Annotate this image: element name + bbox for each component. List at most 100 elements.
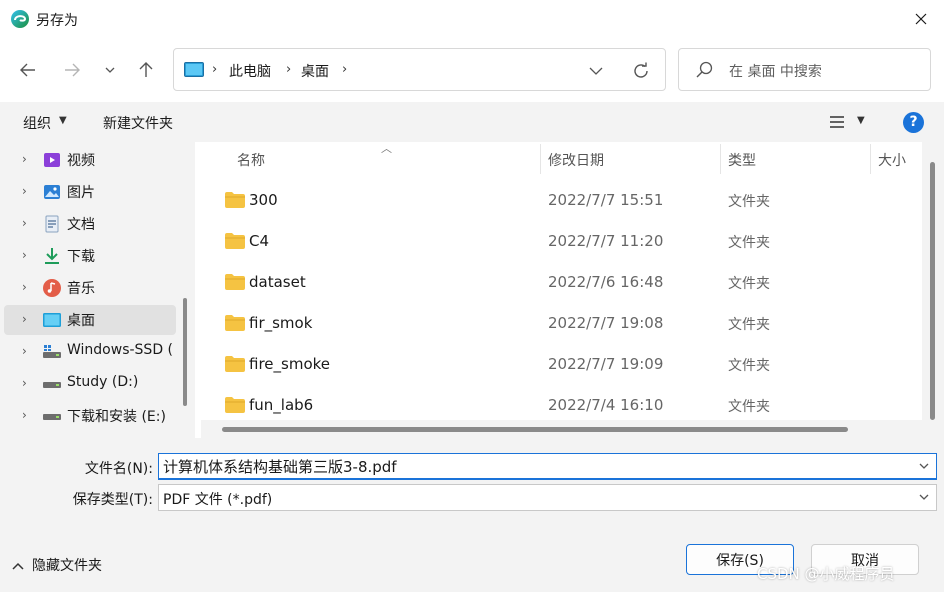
drive-icon [43, 382, 61, 388]
file-row[interactable]: fun_lab6 2022/7/4 16:10 文件夹 [201, 384, 922, 425]
file-row[interactable]: 300 2022/7/7 15:51 文件夹 [201, 179, 922, 220]
hide-folders-label: 隐藏文件夹 [32, 558, 102, 574]
search-icon [696, 61, 713, 78]
sidebar-item-label: 桌面 [67, 313, 95, 329]
vertical-scrollbar-thumb[interactable] [930, 162, 935, 420]
file-row[interactable]: dataset 2022/7/6 16:48 文件夹 [201, 261, 922, 302]
file-name: fir_smok [249, 314, 313, 332]
column-divider[interactable] [540, 144, 541, 174]
forward-button[interactable] [58, 57, 86, 83]
file-type: 文件夹 [728, 235, 770, 251]
breadcrumb-this-pc[interactable]: 此电脑 [229, 61, 271, 81]
filename-combobox[interactable] [158, 453, 937, 480]
column-divider[interactable] [870, 144, 871, 174]
close-icon [915, 13, 927, 25]
chevron-right-icon[interactable]: › [22, 152, 27, 166]
sidebar-item-label: 下载 [67, 249, 95, 265]
column-divider[interactable] [720, 144, 721, 174]
column-header-name[interactable]: 名称 [237, 150, 265, 182]
chevron-right-icon[interactable]: › [22, 248, 27, 262]
this-pc-icon [184, 62, 204, 77]
chevron-down-icon[interactable] [918, 460, 930, 472]
file-type: 文件夹 [728, 194, 770, 210]
chevron-right-icon[interactable]: › [22, 184, 27, 198]
pictures-icon [44, 185, 60, 199]
file-type: 文件夹 [728, 399, 770, 415]
up-button[interactable] [132, 57, 160, 83]
breadcrumb-desktop[interactable]: 桌面 [301, 61, 329, 81]
sidebar-item-downloads-install-e[interactable]: › 下载和安装 (E:) [4, 401, 176, 431]
chevron-right-icon[interactable]: › [22, 280, 27, 294]
command-bar: 组织 ▼ 新建文件夹 ▼ ? [0, 102, 944, 142]
file-modified: 2022/7/7 15:51 [548, 191, 664, 209]
drive-icon [43, 345, 61, 358]
column-header-modified[interactable]: 修改日期 [548, 150, 604, 182]
drive-icon [43, 414, 61, 420]
filetype-select[interactable]: PDF 文件 (*.pdf) [158, 484, 937, 511]
folder-icon [225, 274, 245, 290]
file-row[interactable]: fir_smok 2022/7/7 19:08 文件夹 [201, 302, 922, 343]
file-name: fun_lab6 [249, 396, 314, 414]
sidebar-item-label: Windows-SSD ( [67, 342, 174, 358]
chevron-down-icon [105, 67, 115, 73]
chevron-down-icon[interactable] [918, 491, 930, 503]
file-row[interactable]: fire_smoke 2022/7/7 19:09 文件夹 [201, 343, 922, 384]
column-header-type[interactable]: 类型 [728, 150, 756, 182]
caret-down-icon[interactable]: ▼ [857, 115, 865, 126]
breadcrumb-separator-icon: › [286, 62, 292, 77]
folder-icon [225, 233, 245, 249]
file-row[interactable]: C4 2022/7/7 11:20 文件夹 [201, 220, 922, 261]
file-name: dataset [249, 273, 306, 291]
file-type: 文件夹 [728, 358, 770, 374]
navigation-pane: › 视频 › 图片 › 文档 › 下载 › 音乐 › 桌面 › Windows-… [0, 142, 195, 438]
sidebar-scrollbar[interactable] [183, 298, 187, 406]
help-icon[interactable]: ? [903, 112, 924, 133]
view-options-icon[interactable] [828, 113, 846, 131]
music-icon [43, 279, 61, 297]
breadcrumb-separator-icon: › [342, 62, 348, 77]
new-folder-button[interactable]: 新建文件夹 [103, 113, 173, 133]
sidebar-item-documents[interactable]: › 文档 [4, 209, 176, 239]
sidebar-item-windows-ssd[interactable]: › Windows-SSD ( [4, 337, 176, 367]
hide-folders-toggle[interactable]: 隐藏文件夹 [12, 555, 102, 575]
search-box[interactable]: 在 桌面 中搜索 [678, 48, 931, 91]
chevron-right-icon[interactable]: › [22, 216, 27, 230]
sidebar-item-label: 视频 [67, 153, 95, 169]
sidebar-item-downloads[interactable]: › 下载 [4, 241, 176, 271]
search-input[interactable]: 在 桌面 中搜索 [729, 61, 822, 81]
sidebar-item-music[interactable]: › 音乐 [4, 273, 176, 303]
desktop-icon [43, 313, 61, 327]
sidebar-item-label: 下载和安装 (E:) [67, 409, 166, 425]
refresh-icon [634, 62, 648, 78]
filename-input[interactable] [163, 457, 903, 475]
organize-button[interactable]: 组织 [23, 113, 51, 133]
caret-down-icon: ▼ [59, 115, 67, 126]
watermark-text: CSDN @小威程序员 [757, 565, 895, 583]
file-modified: 2022/7/7 19:09 [548, 355, 664, 373]
chevron-right-icon[interactable]: › [22, 344, 27, 358]
breadcrumb-separator-icon: › [212, 62, 218, 77]
chevron-right-icon[interactable]: › [22, 312, 27, 326]
recent-locations-button[interactable] [96, 57, 124, 83]
chevron-up-icon [12, 562, 24, 570]
back-button[interactable] [14, 57, 42, 83]
filename-label: 文件名(N): [84, 461, 153, 477]
horizontal-scrollbar-thumb[interactable] [222, 427, 848, 432]
sidebar-item-desktop[interactable]: › 桌面 [4, 305, 176, 335]
sidebar-item-videos[interactable]: › 视频 [4, 145, 176, 175]
column-header-size[interactable]: 大小 [878, 150, 906, 182]
address-bar[interactable]: › 此电脑 › 桌面 › [173, 48, 666, 91]
chevron-right-icon[interactable]: › [22, 376, 27, 390]
sidebar-item-pictures[interactable]: › 图片 [4, 177, 176, 207]
sidebar-item-study-d[interactable]: › Study (D:) [4, 369, 176, 399]
close-button[interactable] [898, 0, 944, 38]
chevron-right-icon[interactable]: › [22, 408, 27, 422]
filetype-value: PDF 文件 (*.pdf) [163, 492, 273, 508]
window-title: 另存为 [36, 13, 78, 29]
refresh-button[interactable] [630, 60, 652, 82]
filetype-label: 保存类型(T): [72, 492, 153, 508]
file-list: ︿ 名称 修改日期 类型 大小 300 2022/7/7 15:51 文件夹 C… [201, 142, 922, 438]
address-history-dropdown[interactable] [586, 61, 606, 81]
sidebar-item-label: 音乐 [67, 281, 95, 297]
sidebar-item-label: 图片 [67, 185, 95, 201]
